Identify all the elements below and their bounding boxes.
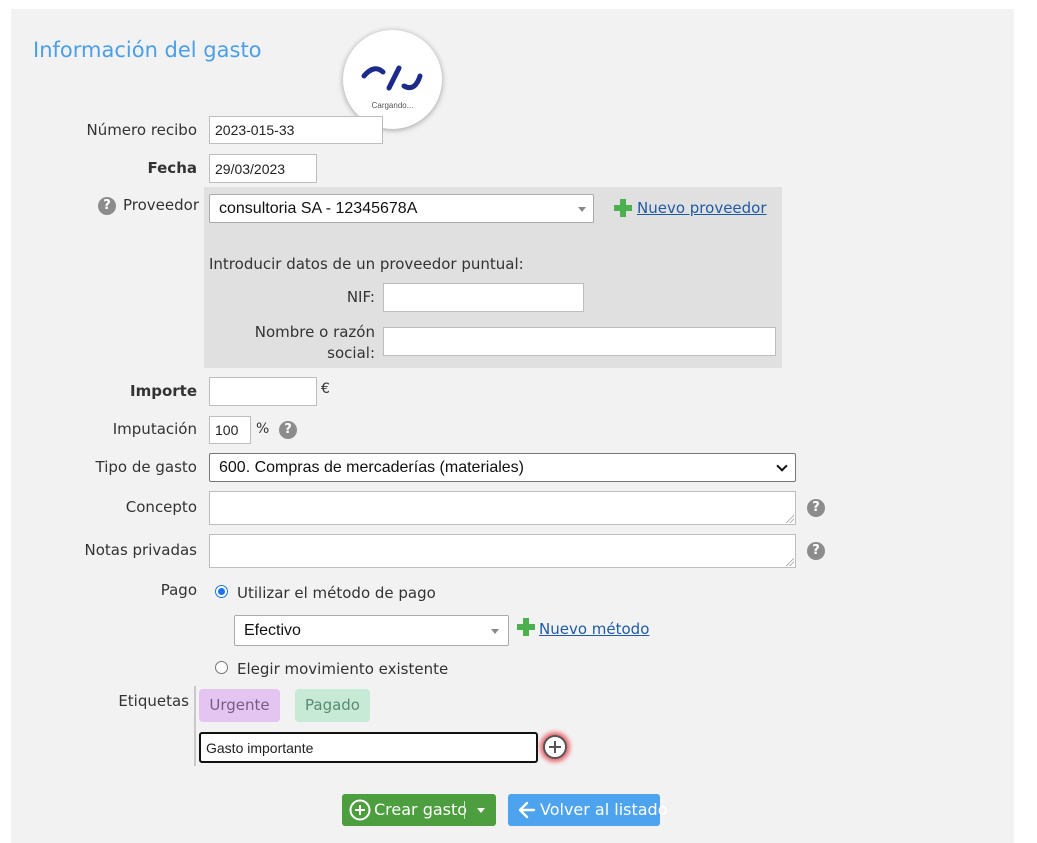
- expense-type-label: Tipo de gasto: [95, 458, 197, 476]
- private-notes-help-icon[interactable]: ?: [807, 542, 825, 560]
- amount-label: Importe: [130, 382, 197, 400]
- concept-textarea[interactable]: [209, 491, 796, 525]
- currency-unit: €: [321, 381, 330, 397]
- new-tag-input[interactable]: [199, 732, 538, 763]
- date-input[interactable]: [209, 154, 317, 183]
- loading-spinner: Cargando...: [343, 30, 442, 129]
- new-method-link[interactable]: Nuevo método: [539, 620, 649, 638]
- loading-text: Cargando...: [371, 101, 414, 110]
- tag-urgente[interactable]: Urgente: [199, 689, 280, 722]
- expense-type-select[interactable]: 600. Compras de mercaderías (materiales): [209, 453, 796, 482]
- plus-icon[interactable]: [614, 199, 632, 217]
- imputation-help-icon[interactable]: ?: [279, 421, 297, 439]
- amount-input[interactable]: [209, 377, 317, 406]
- payment-method-select[interactable]: Efectivo: [234, 615, 509, 646]
- business-name-label: Nombre o razón social:: [230, 322, 375, 364]
- create-expense-label: Crear gasto: [374, 800, 468, 819]
- imputation-label: Imputación: [112, 420, 197, 438]
- arrow-left-icon: [518, 801, 536, 819]
- imputation-input[interactable]: [209, 416, 251, 444]
- receipt-input[interactable]: [209, 116, 383, 144]
- payment-label: Pago: [160, 581, 197, 599]
- button-divider: [464, 801, 465, 819]
- add-tag-icon[interactable]: [543, 735, 567, 759]
- nif-input[interactable]: [383, 283, 584, 312]
- chevron-down-icon: [776, 460, 788, 472]
- one-off-supplier-heading: Introducir datos de un proveedor puntual…: [209, 255, 524, 273]
- new-supplier-link[interactable]: Nuevo proveedor: [637, 199, 767, 217]
- receipt-label: Número recibo: [86, 121, 197, 139]
- resize-grip-icon[interactable]: [786, 558, 794, 566]
- concept-help-icon[interactable]: ?: [807, 499, 825, 517]
- business-name-input[interactable]: [383, 327, 776, 356]
- concept-label: Concepto: [125, 498, 197, 516]
- plus-circle-icon: [349, 799, 371, 821]
- back-to-list-label: Volver al listado: [540, 800, 668, 819]
- back-to-list-button[interactable]: Volver al listado: [508, 794, 668, 826]
- private-notes-label: Notas privadas: [84, 541, 197, 559]
- create-expense-button[interactable]: Crear gasto: [342, 794, 496, 826]
- supplier-select[interactable]: consultoria SA - 12345678A: [209, 194, 594, 223]
- loading-icon: [361, 65, 423, 91]
- resize-grip-icon[interactable]: [786, 515, 794, 523]
- caret-down-icon: [491, 629, 499, 634]
- supplier-label: Proveedor: [123, 196, 199, 214]
- page-title: Información del gasto: [33, 38, 262, 62]
- supplier-help-icon[interactable]: ?: [98, 197, 116, 215]
- business-name-label-line2: social:: [327, 344, 375, 362]
- percent-unit: %: [256, 421, 270, 437]
- existing-movement-option-label[interactable]: Elegir movimiento existente: [237, 660, 448, 678]
- caret-down-icon[interactable]: [477, 808, 485, 813]
- existing-movement-radio[interactable]: [215, 661, 228, 674]
- caret-down-icon: [578, 207, 586, 212]
- tags-label: Etiquetas: [118, 692, 189, 710]
- tags-divider: [194, 686, 196, 766]
- payment-method-selected: Efectivo: [244, 622, 301, 639]
- nif-label: NIF:: [346, 288, 375, 306]
- supplier-selected: consultoria SA - 12345678A: [219, 200, 418, 217]
- expense-type-selected: 600. Compras de mercaderías (materiales): [219, 459, 525, 476]
- tag-pagado[interactable]: Pagado: [295, 689, 370, 722]
- plus-icon[interactable]: [517, 618, 535, 636]
- private-notes-textarea[interactable]: [209, 534, 796, 568]
- business-name-label-line1: Nombre o razón: [254, 323, 375, 341]
- date-label: Fecha: [147, 159, 197, 177]
- payment-method-option-label[interactable]: Utilizar el método de pago: [237, 584, 436, 602]
- payment-method-radio[interactable]: [215, 585, 228, 598]
